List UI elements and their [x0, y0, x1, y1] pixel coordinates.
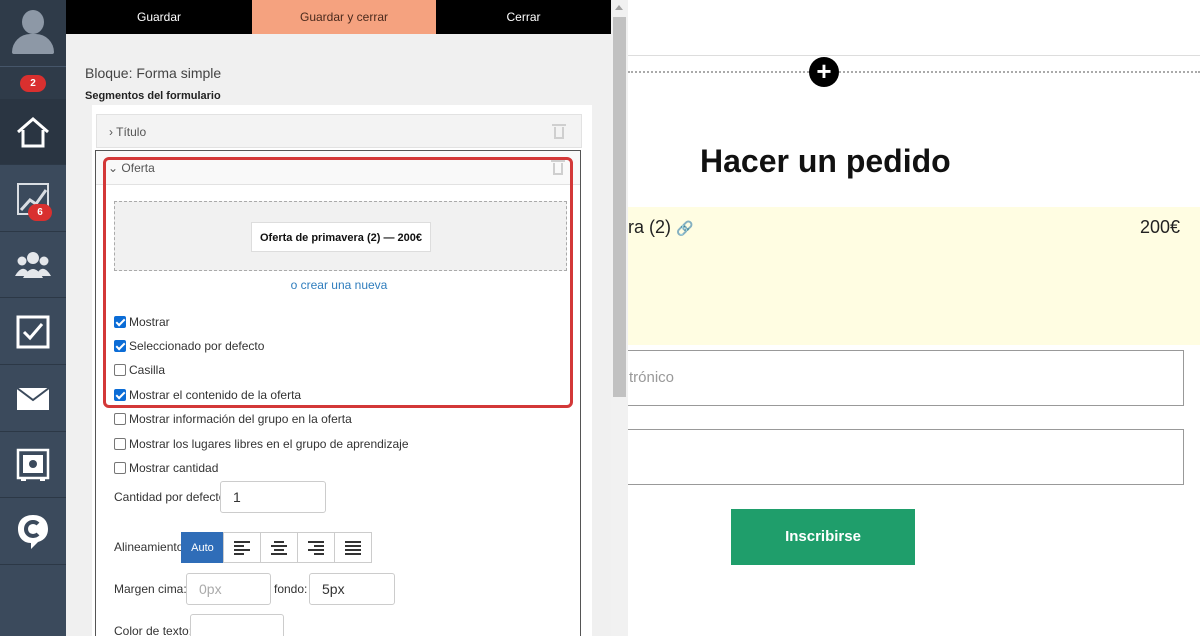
save-button[interactable]: Guardar: [66, 0, 252, 34]
stats-badge: 6: [28, 204, 52, 221]
nav-item-mail[interactable]: [0, 366, 66, 432]
trash-icon[interactable]: [552, 124, 566, 139]
checkbox-show-quantity[interactable]: Mostrar cantidad: [114, 460, 218, 476]
nav-item-home[interactable]: [0, 99, 66, 165]
offer-name: ra (2) 🔗: [628, 217, 694, 237]
align-left-button[interactable]: [223, 532, 261, 563]
chevron-right-icon: ›: [109, 125, 113, 139]
email-field[interactable]: trónico: [628, 350, 1184, 406]
align-center-button[interactable]: [260, 532, 298, 563]
nav-item-brand[interactable]: [0, 499, 66, 565]
margin-top-label: Margen cima:: [114, 582, 187, 596]
name-field[interactable]: [628, 429, 1184, 485]
margin-top-input[interactable]: 0px: [186, 573, 271, 605]
brand-logo-icon: [18, 514, 48, 549]
checkbox-label: Mostrar cantidad: [129, 461, 219, 475]
margin-bottom-input[interactable]: 5px: [309, 573, 395, 605]
checkbox-unchecked[interactable]: [114, 413, 126, 425]
scroll-thumb[interactable]: [613, 17, 626, 397]
checkbox-unchecked[interactable]: [114, 462, 126, 474]
offer-row[interactable]: ra (2) 🔗 200€: [628, 207, 1200, 345]
align-left-icon: [234, 539, 250, 557]
user-avatar[interactable]: [0, 0, 66, 66]
email-placeholder: trónico: [629, 369, 675, 386]
segments-title: Segmentos del formulario: [85, 90, 221, 102]
nav-item-stats[interactable]: 6: [0, 166, 66, 232]
safe-icon: [16, 448, 50, 481]
left-nav: 2 6: [0, 0, 66, 636]
link-icon: 🔗: [676, 220, 694, 236]
divider: [628, 55, 1200, 56]
scroll-up-icon[interactable]: [615, 5, 623, 10]
block-separator: [628, 71, 1200, 73]
text-color-label: Color de texto:: [114, 624, 193, 636]
page-preview: + Hacer un pedido ra (2) 🔗 200€ trónico …: [628, 0, 1200, 636]
submit-button[interactable]: Inscribirse: [731, 509, 915, 565]
align-justify-icon: [345, 539, 361, 557]
preview-title: Hacer un pedido: [700, 143, 951, 179]
home-icon: [17, 116, 49, 147]
checkbox-unchecked[interactable]: [114, 438, 126, 450]
offer-price: 200€: [1139, 217, 1180, 237]
add-block-icon[interactable]: +: [809, 57, 839, 87]
block-title: Bloque: Forma simple: [85, 65, 222, 81]
nav-item-safe[interactable]: [0, 432, 66, 498]
checkbox-tasks-icon: [16, 315, 50, 348]
text-color-input[interactable]: [190, 614, 284, 636]
checkbox-show-free-places[interactable]: Mostrar los lugares libres en el grupo d…: [114, 436, 409, 452]
align-auto-button[interactable]: Auto: [181, 532, 224, 563]
nav-item-users[interactable]: [0, 232, 66, 298]
align-justify-button[interactable]: [334, 532, 372, 563]
close-button[interactable]: Cerrar: [436, 0, 611, 34]
panel-scrollbar[interactable]: [611, 0, 628, 636]
nav-item-tasks[interactable]: [0, 299, 66, 365]
checkbox-show-group-info[interactable]: Mostrar información del grupo en la ofer…: [114, 411, 352, 427]
align-right-button[interactable]: [297, 532, 335, 563]
alignment-label: Alineamiento: [114, 540, 184, 554]
align-center-icon: [271, 539, 287, 557]
users-icon: [15, 251, 51, 278]
checkbox-label: Mostrar los lugares libres en el grupo d…: [129, 437, 409, 451]
highlight-annotation: [103, 157, 573, 408]
notifications-row[interactable]: 2: [0, 66, 66, 99]
checkbox-label: Mostrar información del grupo en la ofer…: [129, 412, 352, 426]
notifications-badge: 2: [20, 75, 46, 92]
alignment-group: Auto: [181, 532, 372, 563]
mail-icon: [16, 386, 50, 410]
default-quantity-input[interactable]: 1: [220, 481, 326, 513]
default-quantity-label: Cantidad por defecto: [114, 490, 226, 504]
save-and-close-button[interactable]: Guardar y cerrar: [252, 0, 436, 34]
align-right-icon: [308, 539, 324, 557]
margin-bottom-label: fondo:: [274, 582, 308, 596]
segment-title-header[interactable]: › Título: [96, 114, 582, 148]
segment-label: Título: [116, 125, 147, 139]
